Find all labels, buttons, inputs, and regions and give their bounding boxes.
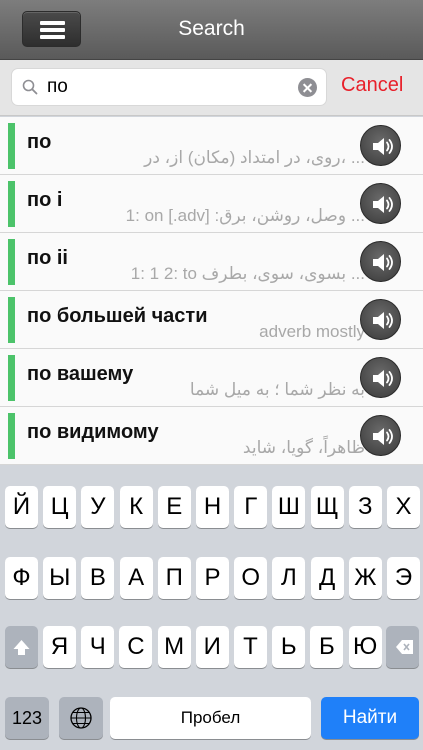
result-row[interactable]: по روی، در امتداد (مکان) از، در، ...: [0, 117, 423, 175]
globe-icon: [70, 707, 92, 729]
key-Ь[interactable]: Ь: [272, 626, 306, 668]
search-icon: [22, 79, 38, 95]
key-Б[interactable]: Б: [310, 626, 344, 668]
key-Ц[interactable]: Ц: [43, 486, 77, 528]
result-row[interactable]: по i 1: on [.adv] :وصل، روشن، برق ...: [0, 175, 423, 233]
result-word: по большей части: [27, 305, 208, 327]
key-Ф[interactable]: Ф: [5, 557, 38, 599]
result-word: по видимому: [27, 421, 159, 443]
row-accent-bar: [8, 413, 15, 459]
result-word: по: [27, 131, 52, 153]
speaker-icon: [373, 312, 393, 329]
keyboard: Й Ц У К Е Н Г Ш Щ З Х Ф Ы В А П Р О Л Д Ж Э Я Ч С М И Т Ь Б Ю 123 Пробел…: [0, 466, 423, 750]
row-accent-bar: [8, 297, 15, 343]
key-Ы[interactable]: Ы: [43, 557, 77, 599]
search-field[interactable]: [11, 68, 327, 106]
speaker-icon: [373, 196, 393, 213]
key-Ж[interactable]: Ж: [348, 557, 382, 599]
key-Ч[interactable]: Ч: [81, 626, 115, 668]
key-П[interactable]: П: [157, 557, 191, 599]
key-Ш[interactable]: Ш: [272, 486, 306, 528]
backspace-key[interactable]: [386, 626, 419, 668]
key-С[interactable]: С: [119, 626, 153, 668]
key-Э[interactable]: Э: [387, 557, 420, 599]
key-Т[interactable]: Т: [234, 626, 267, 668]
result-row[interactable]: по вашему به نظر شما ؛ به میل شما: [0, 349, 423, 407]
key-Д[interactable]: Д: [310, 557, 344, 599]
speaker-icon: [373, 254, 393, 271]
shift-icon: [13, 640, 30, 655]
speaker-button[interactable]: [360, 357, 401, 398]
key-И[interactable]: И: [195, 626, 229, 668]
result-row[interactable]: по видимому ظاهراً، گویا، شاید: [0, 407, 423, 465]
key-В[interactable]: В: [81, 557, 115, 599]
speaker-icon: [373, 370, 393, 387]
key-Щ[interactable]: Щ: [310, 486, 344, 528]
key-Г[interactable]: Г: [234, 486, 268, 528]
result-translation: 1: 1 2: to بسوی، سوی، بطرف ...: [130, 264, 365, 283]
result-translation: 1: on [.adv] :وصل، روشن، برق ...: [125, 206, 365, 225]
shift-key[interactable]: [5, 626, 38, 668]
result-translation: ظاهراً، گویا، شاید: [242, 438, 365, 457]
key-У[interactable]: У: [81, 486, 115, 528]
result-row[interactable]: по ii 1: 1 2: to بسوی، سوی، بطرف ...: [0, 233, 423, 291]
search-input[interactable]: [47, 69, 297, 105]
results-list: по روی، در امتداد (مکان) از، در، ... по i 1…: [0, 117, 423, 465]
navigation-bar: Search: [0, 0, 423, 60]
key-Л[interactable]: Л: [272, 557, 306, 599]
result-word: по ii: [27, 247, 68, 269]
result-word: по i: [27, 189, 63, 211]
key-Е[interactable]: Е: [157, 486, 191, 528]
row-accent-bar: [8, 123, 15, 169]
key-Ю[interactable]: Ю: [348, 626, 382, 668]
numbers-key[interactable]: 123: [5, 697, 49, 739]
key-З[interactable]: З: [348, 486, 382, 528]
speaker-button[interactable]: [360, 241, 401, 282]
row-accent-bar: [8, 181, 15, 227]
result-translation: به نظر شما ؛ به میل شما: [189, 380, 365, 399]
key-Я[interactable]: Я: [43, 626, 76, 668]
result-translation: adverb mostly: [259, 322, 365, 341]
result-translation: روی، در امتداد (مکان) از، در، ...: [144, 148, 365, 167]
space-key[interactable]: Пробел: [110, 697, 311, 739]
key-А[interactable]: А: [119, 557, 153, 599]
key-Н[interactable]: Н: [196, 486, 229, 528]
speaker-button[interactable]: [360, 299, 401, 340]
cancel-button[interactable]: Cancel: [341, 74, 403, 97]
key-Й[interactable]: Й: [5, 486, 38, 528]
key-Х[interactable]: Х: [387, 486, 420, 528]
result-word: по вашему: [27, 363, 134, 385]
row-accent-bar: [8, 355, 15, 401]
page-title: Search: [178, 17, 245, 40]
key-К[interactable]: К: [119, 486, 153, 528]
return-key[interactable]: Найти: [321, 697, 419, 739]
backspace-icon: [396, 640, 413, 654]
speaker-button[interactable]: [360, 415, 401, 456]
key-М[interactable]: М: [157, 626, 191, 668]
clear-icon[interactable]: [298, 78, 317, 97]
search-bar: Cancel: [0, 60, 423, 116]
speaker-button[interactable]: [360, 183, 401, 224]
key-Р[interactable]: Р: [196, 557, 229, 599]
globe-key[interactable]: [59, 697, 103, 739]
row-accent-bar: [8, 239, 15, 285]
speaker-icon: [373, 428, 393, 445]
speaker-button[interactable]: [360, 125, 401, 166]
key-О[interactable]: О: [234, 557, 268, 599]
result-row[interactable]: по большей части adverb mostly: [0, 291, 423, 349]
speaker-icon: [373, 138, 393, 155]
